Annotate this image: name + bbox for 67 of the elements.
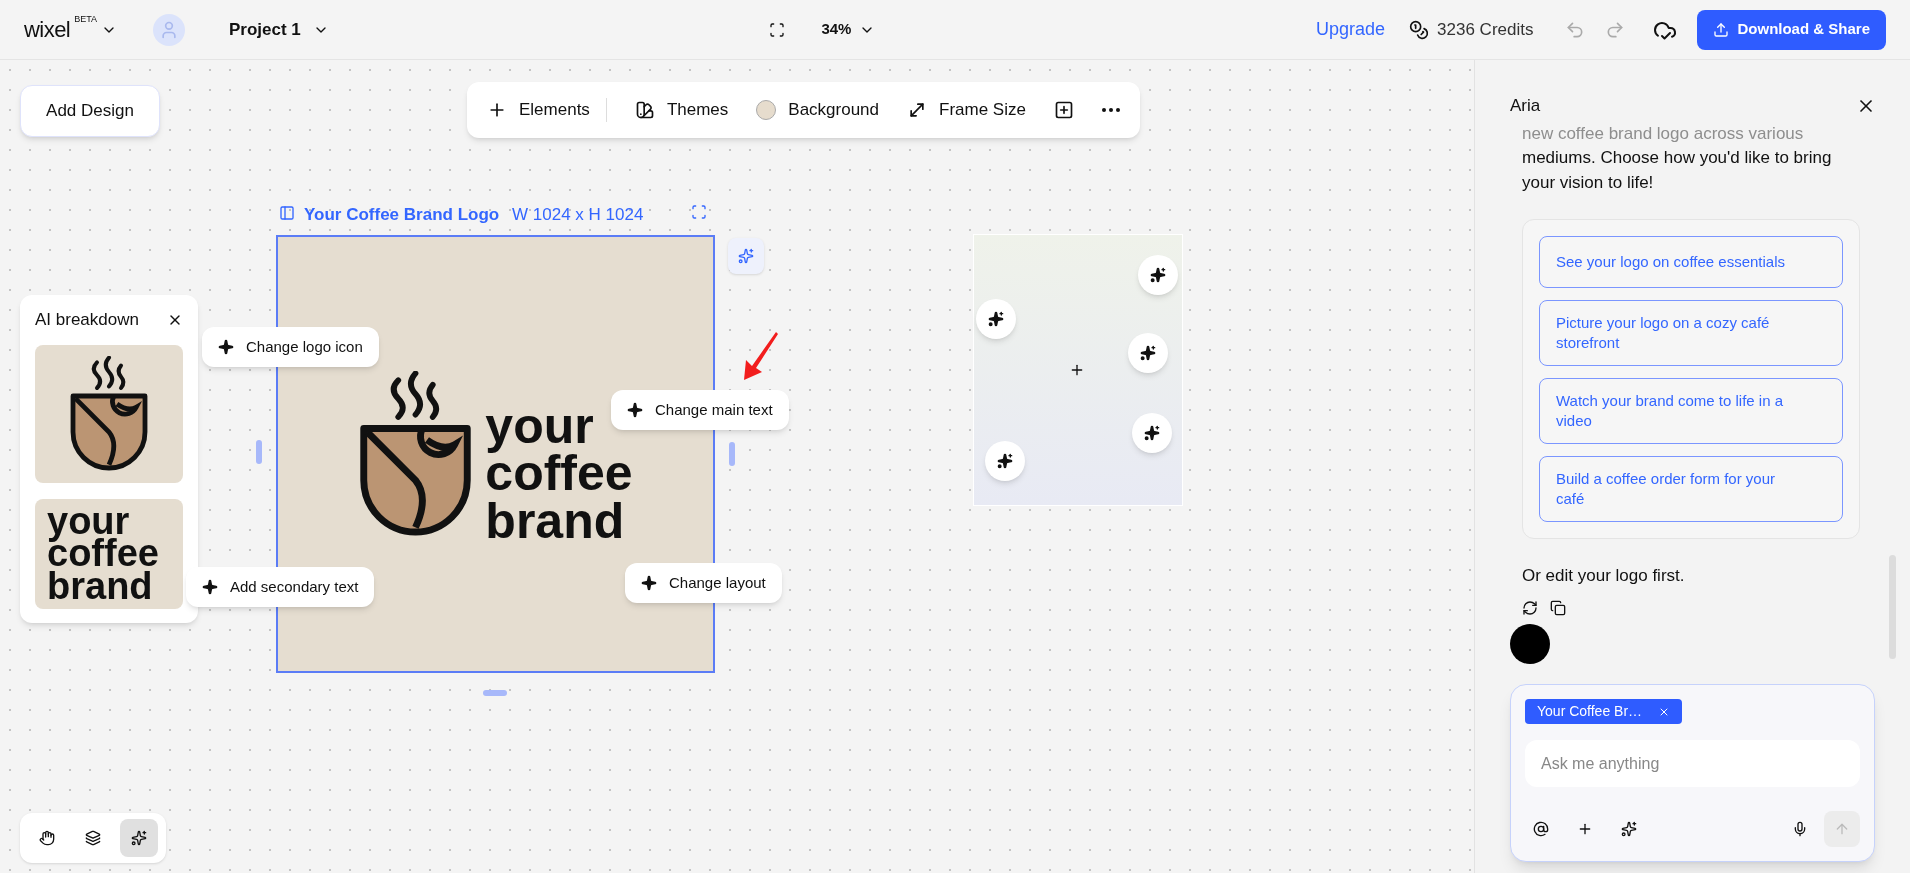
app-logo-menu[interactable]: wixel $^{BETA}$: [24, 13, 117, 46]
frame-title: Your Coffee Brand Logo: [304, 204, 500, 226]
add-design-button[interactable]: Add Design: [20, 85, 160, 137]
sparkle-icon[interactable]: [1621, 821, 1637, 837]
ai-badge[interactable]: [728, 238, 764, 274]
suggestion-button[interactable]: See your logo on coffee essentials: [1539, 235, 1843, 288]
suggestion-button[interactable]: Build a coffee order form for your café: [1539, 455, 1843, 522]
sparkle-icon: [1144, 425, 1160, 441]
resize-handle[interactable]: [483, 690, 507, 696]
credits-count: 3236 Credits: [1437, 18, 1534, 41]
sparkle-icon: [627, 402, 643, 418]
text-tile[interactable]: your coffee brand: [35, 498, 183, 609]
add-frame-icon: [1053, 100, 1074, 120]
project-menu[interactable]: Project 1: [229, 16, 329, 43]
focus-icon[interactable]: [691, 204, 707, 220]
user-icon: [159, 19, 179, 40]
sparkle-icon: [131, 830, 147, 846]
message-input[interactable]: Ask me anything: [1525, 740, 1860, 787]
microphone-icon[interactable]: [1792, 821, 1808, 837]
download-share-button[interactable]: Download & Share: [1697, 9, 1886, 50]
resize-handle[interactable]: [256, 440, 262, 464]
toolbar-button[interactable]: Elements: [487, 97, 590, 123]
hand-icon: [39, 830, 55, 846]
message-text: mediums. Choose how you'd like to bring your vision to life!: [1522, 146, 1833, 194]
panel-title: Aria: [1510, 95, 1541, 117]
assistant-avatar: [1510, 624, 1550, 664]
mention-icon[interactable]: [1533, 821, 1549, 837]
sparkle-icon: [202, 579, 218, 595]
sparkle-icon: [988, 311, 1004, 327]
upgrade-link[interactable]: Upgrade: [1316, 16, 1386, 43]
faded-message-text: new coffee brand logo across various: [1522, 122, 1805, 145]
toolbar-button[interactable]: Background: [756, 97, 880, 123]
sparkle-icon: [1150, 267, 1166, 283]
sparkle-icon: [738, 248, 754, 264]
suggestion-chip[interactable]: Change main text: [611, 390, 789, 430]
toolbar-button[interactable]: Frame Size: [907, 97, 1026, 123]
suggestion-chip[interactable]: Change layout: [625, 563, 782, 603]
suggestion-chip[interactable]: Change logo icon: [202, 327, 379, 367]
plus-icon[interactable]: [1069, 362, 1085, 378]
swatch-book-icon: [634, 100, 655, 120]
suggestion-button[interactable]: Picture your logo on a cozy café storefront: [1539, 299, 1843, 366]
frame-size: W 1024 x H 1024: [512, 204, 644, 226]
regenerate-icon[interactable]: [1522, 600, 1538, 616]
follow-up-text: Or edit your logo first.: [1522, 564, 1686, 587]
sparkle-icon: [1140, 345, 1156, 361]
sparkle-icon: [997, 453, 1013, 469]
resize-handle[interactable]: [729, 442, 735, 466]
sparkle-icon: [218, 339, 234, 355]
upload-icon: [1713, 21, 1730, 38]
plus-icon[interactable]: [1577, 821, 1593, 837]
suggestion-chip[interactable]: Add secondary text: [186, 567, 375, 607]
credits-icon: [1409, 19, 1430, 40]
panel-title: AI breakdown: [35, 309, 139, 331]
layers-icon: [85, 830, 101, 846]
more-icon: [1101, 108, 1120, 112]
add-frame-button[interactable]: [1053, 100, 1074, 120]
suggestion-button[interactable]: Watch your brand come to life in a video: [1539, 377, 1843, 444]
frame-icon: [279, 205, 295, 221]
icon-tile[interactable]: [35, 344, 183, 483]
sparkle-icon: [641, 575, 657, 591]
copy-icon[interactable]: [1550, 600, 1566, 616]
context-tag[interactable]: Your Coffee Br…: [1525, 699, 1683, 724]
toolbar-button[interactable]: Themes: [634, 97, 729, 123]
zoom-menu[interactable]: 34%: [821, 18, 876, 41]
sparkle-tool[interactable]: [120, 819, 158, 857]
more-button[interactable]: [1101, 108, 1120, 112]
fit-screen-icon[interactable]: [769, 21, 786, 38]
